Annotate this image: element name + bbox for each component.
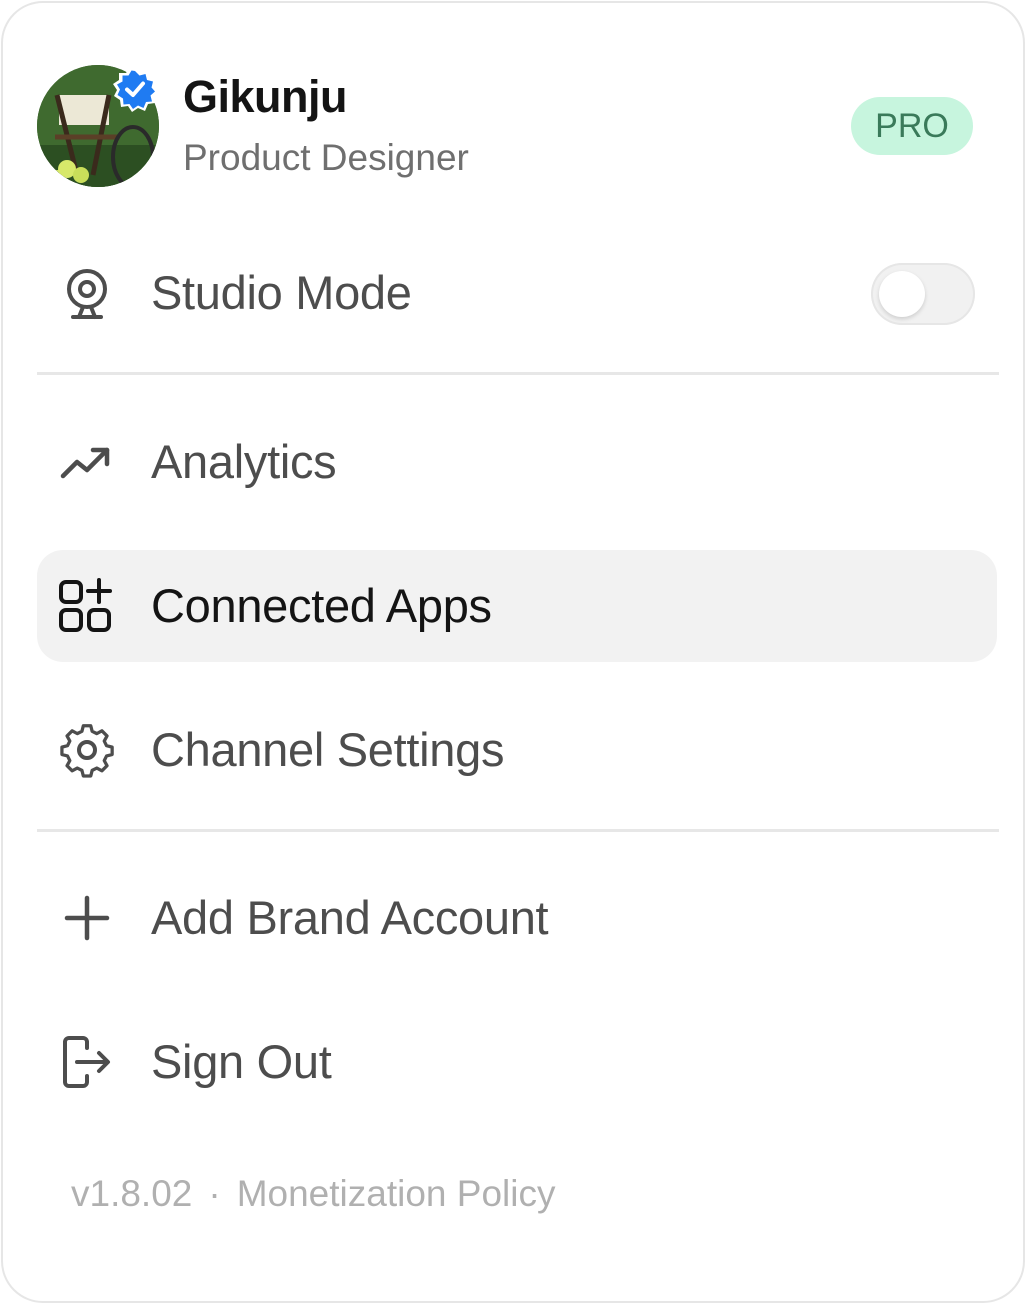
menu-item-add-brand-account[interactable]: Add Brand Account (37, 862, 997, 974)
profile-name: Gikunju (183, 71, 348, 122)
pro-badge: PRO (851, 97, 973, 155)
monetization-policy-link[interactable]: Monetization Policy (237, 1173, 556, 1214)
menu-item-label: Channel Settings (151, 723, 505, 776)
divider (37, 829, 999, 832)
footer: v1.8.02 · Monetization Policy (71, 1173, 571, 1215)
studio-mode-toggle[interactable] (871, 263, 975, 325)
version-text: v1.8.02 (71, 1173, 193, 1214)
sign-out-icon (63, 1036, 110, 1088)
menu-item-channel-settings[interactable]: Channel Settings (37, 694, 997, 806)
trending-up-icon (60, 447, 110, 479)
divider (37, 372, 999, 375)
apps-add-icon (59, 578, 112, 632)
profile-role: Product Designer (183, 137, 469, 178)
gear-icon (60, 724, 114, 778)
account-menu-card: Gikunju Product Designer PRO Studio Mode… (1, 1, 1025, 1303)
menu-item-label: Sign Out (151, 1035, 332, 1088)
menu-item-label: Analytics (151, 435, 337, 488)
webcam-icon (67, 269, 107, 319)
studio-mode-row[interactable]: Studio Mode (37, 237, 997, 349)
plus-icon (64, 895, 110, 941)
verified-check-icon (113, 67, 158, 112)
toggle-knob (879, 271, 925, 317)
menu-item-connected-apps[interactable]: Connected Apps (37, 550, 997, 662)
menu-item-label: Connected Apps (151, 579, 492, 632)
menu-item-label: Add Brand Account (151, 891, 549, 944)
studio-mode-label: Studio Mode (151, 266, 412, 319)
menu-item-sign-out[interactable]: Sign Out (37, 1006, 997, 1118)
footer-separator: · (208, 1173, 221, 1214)
menu-item-analytics[interactable]: Analytics (37, 406, 997, 518)
